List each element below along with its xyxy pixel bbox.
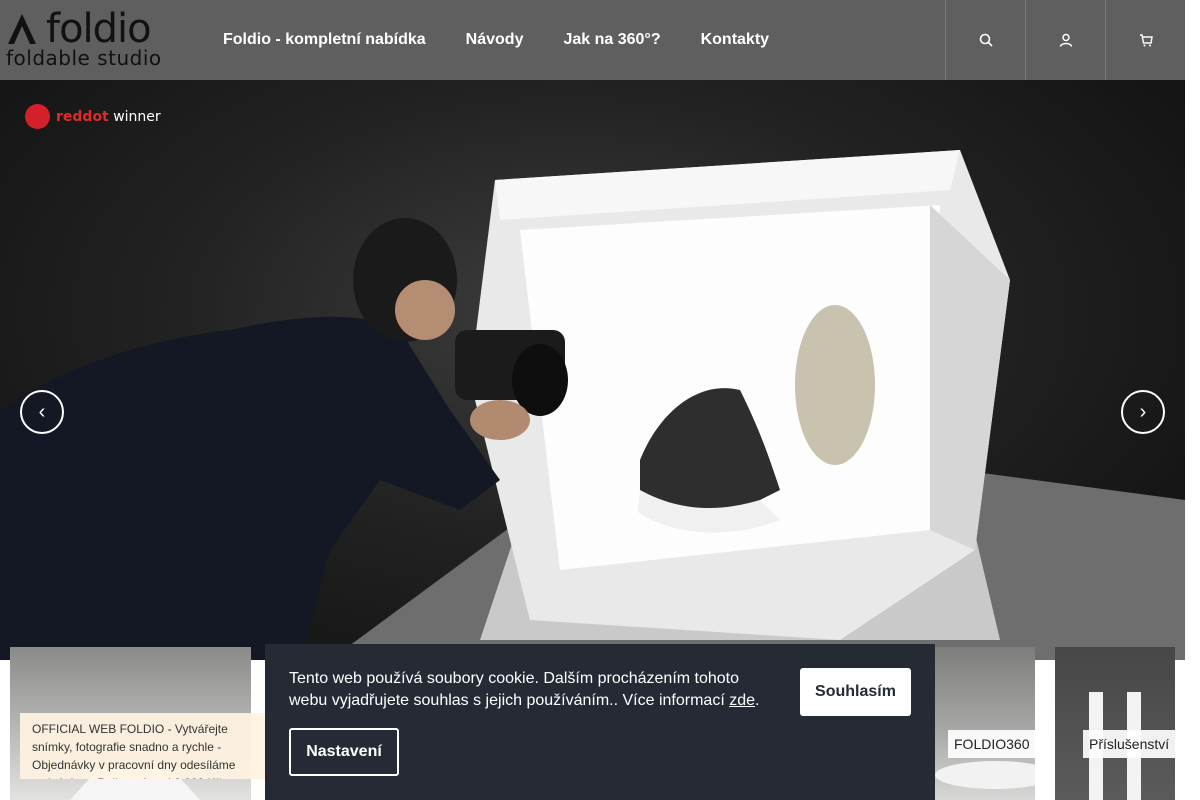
nav-item-nabidka[interactable]: Foldio - kompletní nabídka xyxy=(203,31,446,49)
reddot-award-badge: reddot winner xyxy=(25,104,161,129)
award-brand: reddot xyxy=(56,108,109,125)
chevron-right-icon: › xyxy=(1139,400,1147,423)
slider-next-button[interactable]: › xyxy=(1121,390,1165,434)
search-icon[interactable] xyxy=(945,0,1025,80)
site-header: foldio foldable studio Foldio - kompletn… xyxy=(0,0,1185,80)
tile-accessory-image xyxy=(1089,692,1141,800)
tile-label-foldio360[interactable]: FOLDIO360 xyxy=(948,730,1036,758)
chevron-left-icon: ‹ xyxy=(38,400,46,423)
category-tile-prislusenstvi[interactable] xyxy=(1055,647,1175,800)
category-tile-foldio360[interactable] xyxy=(935,647,1035,800)
cookie-consent-bar: Tento web používá soubory cookie. Dalším… xyxy=(265,644,935,800)
award-text: winner xyxy=(113,108,161,125)
cookie-more-info-link[interactable]: zde xyxy=(729,692,755,709)
shop-info-box: OFFICIAL WEB FOLDIO - Vytvářejte snímky,… xyxy=(20,713,270,779)
hero-photo xyxy=(0,150,1185,660)
reddot-icon xyxy=(25,104,50,129)
cookie-accept-button[interactable]: Souhlasím xyxy=(800,668,911,716)
user-icon[interactable] xyxy=(1025,0,1105,80)
header-actions xyxy=(945,0,1185,80)
nav-item-360[interactable]: Jak na 360°? xyxy=(543,31,680,49)
main-nav: Foldio - kompletní nabídka Návody Jak na… xyxy=(203,0,789,80)
tile-label-prislusenstvi[interactable]: Příslušenství xyxy=(1083,730,1176,758)
foldio-logo[interactable]: foldio foldable studio xyxy=(6,6,161,70)
logo-mark-icon xyxy=(8,14,36,44)
cart-icon[interactable] xyxy=(1105,0,1185,80)
cookie-message: Tento web používá soubory cookie. Dalším… xyxy=(289,670,760,709)
nav-item-kontakty[interactable]: Kontakty xyxy=(681,31,789,49)
tile-turntable-image xyxy=(935,761,1035,789)
slider-prev-button[interactable]: ‹ xyxy=(20,390,64,434)
cookie-settings-button[interactable]: Nastavení xyxy=(289,728,399,776)
logo-tagline: foldable studio xyxy=(6,46,162,70)
nav-item-navody[interactable]: Návody xyxy=(446,31,544,49)
hero-slider: reddot winner ‹ › xyxy=(0,80,1185,660)
